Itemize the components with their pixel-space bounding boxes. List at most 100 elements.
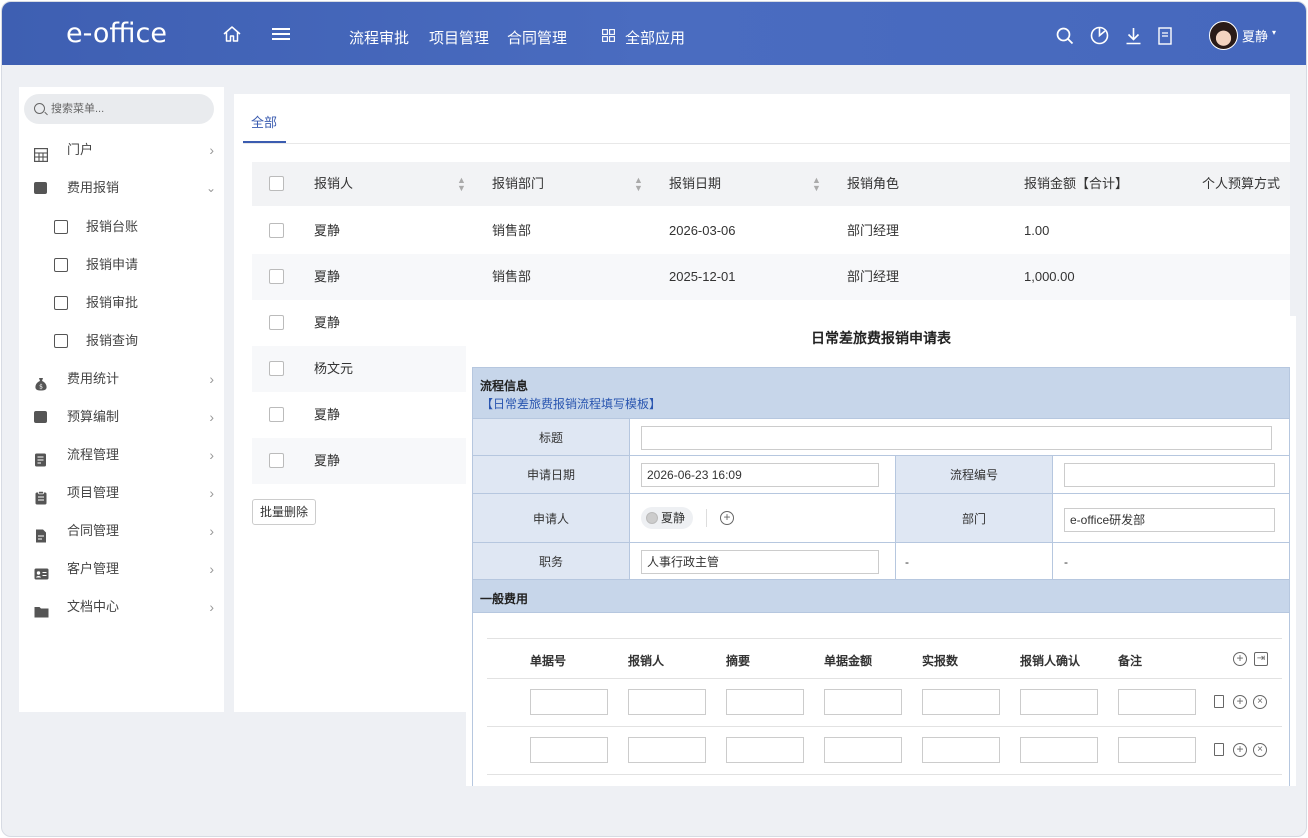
row-checkbox[interactable] bbox=[269, 453, 284, 468]
row-checkbox[interactable] bbox=[269, 223, 284, 238]
menu-icon[interactable] bbox=[270, 24, 292, 44]
home-icon[interactable] bbox=[221, 23, 243, 45]
date-input[interactable]: 2026-06-23 16:09 bbox=[641, 463, 879, 487]
row-checkbox[interactable] bbox=[269, 269, 284, 284]
column-header[interactable]: 报销人 bbox=[314, 162, 353, 206]
chevron-right-icon: › bbox=[209, 447, 214, 463]
sidebar-item-label: 文档中心 bbox=[67, 599, 120, 614]
grid-input[interactable] bbox=[824, 737, 902, 763]
download-icon[interactable] bbox=[1123, 25, 1143, 46]
sort-icon[interactable]: ▲ ▼ bbox=[812, 176, 821, 193]
top-bar: e-office 流程审批 项目管理 合同管理 全部应用 夏静 ▾ bbox=[2, 2, 1306, 65]
grid-input[interactable] bbox=[824, 689, 902, 715]
cell-person: 夏静 bbox=[314, 223, 341, 238]
cell-person: 夏静 bbox=[314, 407, 341, 422]
logo: e-office bbox=[66, 18, 167, 49]
table-row[interactable]: 夏静 销售部 2026-03-06 部门经理 1.00 bbox=[252, 208, 1290, 254]
grid-line bbox=[487, 638, 1282, 639]
nav-all-apps[interactable]: 全部应用 bbox=[625, 27, 685, 48]
grid-input[interactable] bbox=[530, 689, 608, 715]
copy-icon[interactable] bbox=[1214, 695, 1224, 708]
grid-input[interactable] bbox=[530, 737, 608, 763]
section-title: 流程信息 bbox=[480, 379, 529, 393]
nav-contract-management[interactable]: 合同管理 bbox=[507, 27, 567, 48]
app-window: e-office 流程审批 项目管理 合同管理 全部应用 夏静 ▾ 搜索菜单..… bbox=[0, 0, 1308, 838]
expense-form: 日常差旅费报销申请表 流程信息 【日常差旅费报销流程填写模板】 标题 申请日期 … bbox=[466, 316, 1296, 786]
cell-role: 部门经理 bbox=[847, 269, 900, 284]
bulk-delete-button[interactable]: 批量删除 bbox=[252, 499, 316, 525]
document-icon[interactable] bbox=[1157, 26, 1173, 46]
position-input[interactable]: 人事行政主管 bbox=[641, 550, 879, 574]
grid-input[interactable] bbox=[1020, 689, 1098, 715]
row-checkbox[interactable] bbox=[269, 315, 284, 330]
sidebar-item-expense-ledger[interactable]: 报销台账 bbox=[19, 212, 224, 242]
dept-input[interactable]: e-office研发部 bbox=[1064, 508, 1275, 532]
sidebar-item-expense-stats[interactable]: $ 费用统计 › bbox=[19, 364, 224, 394]
sidebar-item-documents[interactable]: 文档中心 › bbox=[19, 592, 224, 622]
applicant-chip[interactable]: 夏静 bbox=[641, 507, 694, 529]
grid-input[interactable] bbox=[628, 689, 706, 715]
add-row-icon[interactable]: + bbox=[1233, 652, 1247, 666]
sidebar-item-project[interactable]: 项目管理 › bbox=[19, 478, 224, 508]
sidebar-item-budget[interactable]: 预算编制 › bbox=[19, 402, 224, 432]
title-input[interactable] bbox=[641, 426, 1272, 450]
avatar[interactable] bbox=[1209, 21, 1238, 50]
delete-row-icon[interactable]: × bbox=[1253, 743, 1267, 757]
template-link[interactable]: 【日常差旅费报销流程填写模板】 bbox=[481, 395, 661, 412]
sort-icon[interactable]: ▲ ▼ bbox=[634, 176, 643, 193]
id-card-icon bbox=[34, 562, 49, 580]
delete-row-icon[interactable]: × bbox=[1253, 695, 1267, 709]
row-checkbox[interactable] bbox=[269, 361, 284, 376]
grid-input[interactable] bbox=[1118, 737, 1196, 763]
date-label: 申请日期 bbox=[472, 455, 630, 494]
add-row-icon[interactable]: + bbox=[1233, 743, 1247, 757]
cell-amount: 1,000.00 bbox=[1024, 269, 1075, 284]
sidebar-item-expense-query[interactable]: 报销查询 bbox=[19, 326, 224, 356]
sidebar-item-customer[interactable]: 客户管理 › bbox=[19, 554, 224, 584]
sidebar-item-contract[interactable]: 合同管理 › bbox=[19, 516, 224, 546]
row-checkbox[interactable] bbox=[269, 407, 284, 422]
grid-input[interactable] bbox=[628, 737, 706, 763]
sidebar-item-flow[interactable]: 流程管理 › bbox=[19, 440, 224, 470]
select-all-checkbox[interactable] bbox=[269, 176, 284, 191]
sidebar-item-expense-apply[interactable]: 报销申请 bbox=[19, 250, 224, 280]
grid-input[interactable] bbox=[726, 689, 804, 715]
grid-line bbox=[487, 774, 1282, 775]
apps-grid-icon bbox=[601, 28, 615, 42]
flow-no-input[interactable] bbox=[1064, 463, 1275, 487]
search-icon[interactable] bbox=[1055, 26, 1075, 46]
import-icon[interactable]: ⇥ bbox=[1254, 652, 1268, 666]
applicant-cell: 夏静 + bbox=[629, 493, 896, 543]
nav-flow-approval[interactable]: 流程审批 bbox=[349, 27, 409, 48]
add-row-icon[interactable]: + bbox=[1233, 695, 1247, 709]
sidebar-item-expense[interactable]: 费用报销 ⌄ bbox=[19, 173, 224, 203]
chevron-right-icon: › bbox=[209, 409, 214, 425]
svg-text:$: $ bbox=[39, 384, 43, 391]
column-header[interactable]: 报销部门 bbox=[492, 162, 544, 206]
grid-input[interactable] bbox=[726, 737, 804, 763]
sort-icon[interactable]: ▲ ▼ bbox=[457, 176, 466, 193]
grid-input[interactable] bbox=[922, 689, 1000, 715]
grid-input[interactable] bbox=[1118, 689, 1196, 715]
flow-no-cell bbox=[1052, 455, 1290, 494]
sidebar-item-expense-approve[interactable]: 报销审批 bbox=[19, 288, 224, 318]
tab-all[interactable]: 全部 bbox=[251, 112, 277, 131]
chevron-right-icon: › bbox=[209, 523, 214, 539]
column-header[interactable]: 个人预算方式 bbox=[1202, 162, 1280, 206]
grid-input[interactable] bbox=[1020, 737, 1098, 763]
table-header: 报销人 ▲ ▼ 报销部门 ▲ ▼ 报销日期 ▲ ▼ 报销角色 报销金额【合计】 个人预… bbox=[252, 162, 1290, 206]
expense-grid: 单据号 报销人 摘要 单据金额 实报数 报销人确认 备注 + ⇥ + × + × bbox=[472, 612, 1290, 786]
search-input[interactable]: 搜索菜单... bbox=[24, 94, 214, 124]
add-person-icon[interactable]: + bbox=[720, 511, 734, 525]
table-row[interactable]: 夏静 销售部 2025-12-01 部门经理 1,000.00 bbox=[252, 254, 1290, 300]
user-name[interactable]: 夏静 bbox=[1242, 26, 1268, 45]
column-header[interactable]: 报销角色 bbox=[847, 162, 899, 206]
grid-input[interactable] bbox=[922, 737, 1000, 763]
chart-icon[interactable] bbox=[1089, 25, 1110, 46]
sidebar-item-portal[interactable]: 门户 › bbox=[19, 135, 224, 165]
column-header[interactable]: 报销金额【合计】 bbox=[1024, 162, 1128, 206]
chevron-down-icon[interactable]: ▾ bbox=[1272, 28, 1276, 37]
column-header[interactable]: 报销日期 bbox=[669, 162, 721, 206]
copy-icon[interactable] bbox=[1214, 743, 1224, 756]
nav-project-management[interactable]: 项目管理 bbox=[429, 27, 489, 48]
